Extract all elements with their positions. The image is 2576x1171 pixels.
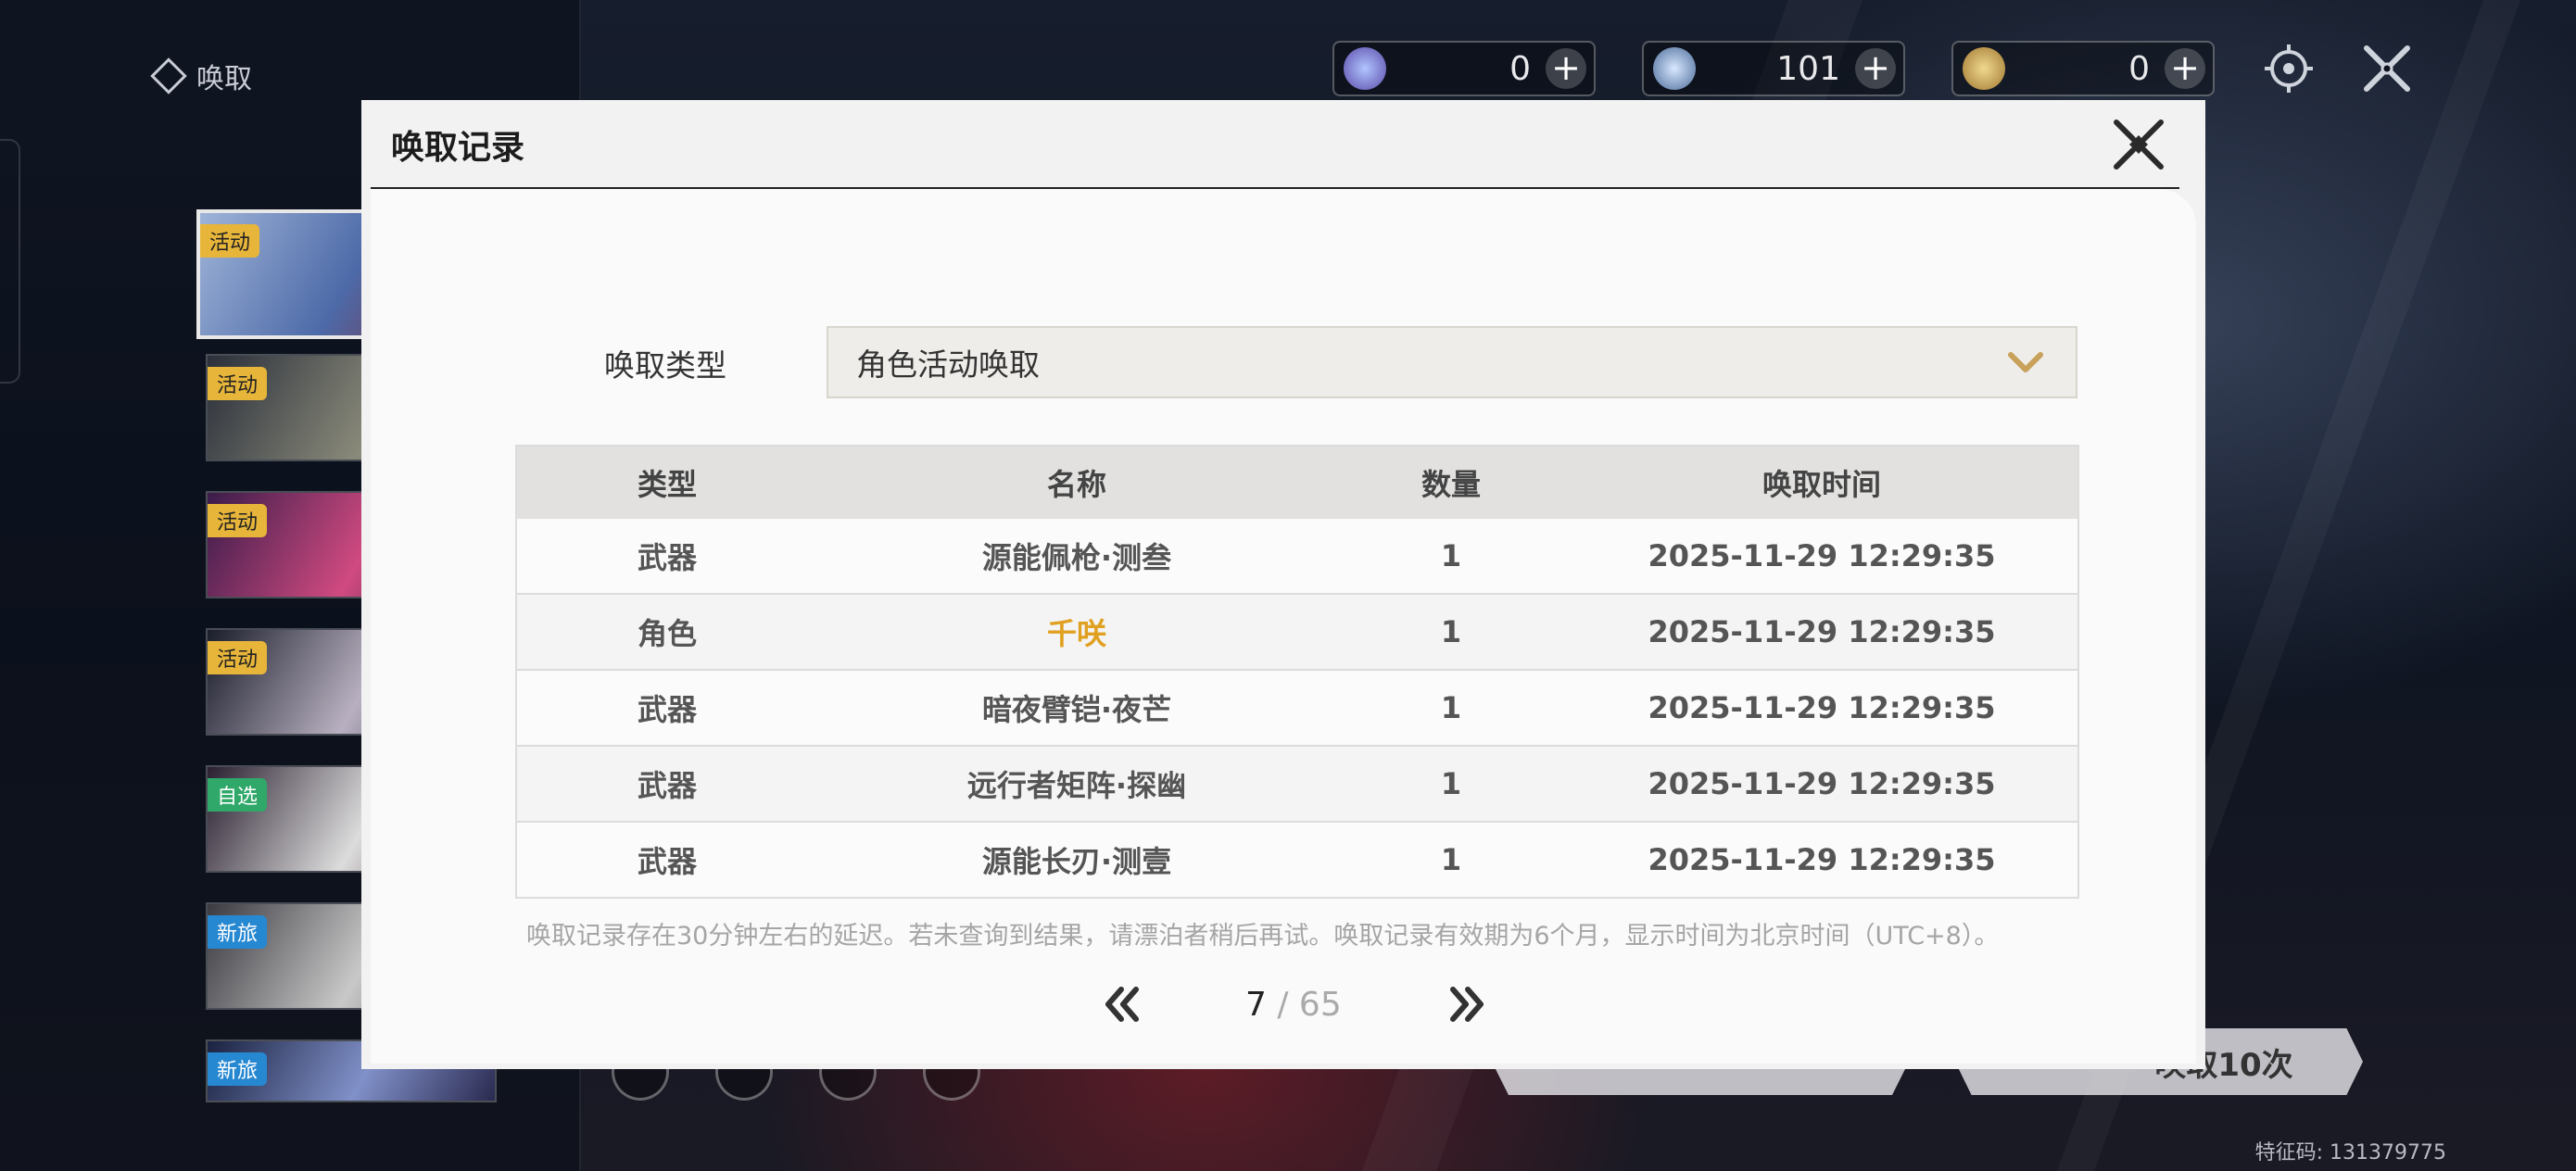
cell-type: 武器: [637, 844, 697, 879]
cell-type: 武器: [637, 692, 697, 727]
star-crystal-icon: [1653, 47, 1696, 90]
settings-gear-icon[interactable]: [2261, 41, 2317, 96]
table-row: 武器 远行者矩阵·探幽 1 2025-11-29 12:29:35: [517, 747, 2077, 823]
banner-tag: 新旅: [208, 1052, 268, 1086]
convene-type-dropdown[interactable]: 角色活动唤取: [827, 326, 2077, 398]
banner-tag: 活动: [200, 224, 260, 258]
banner-tag: 新旅: [208, 915, 268, 949]
total-pages: / 65: [1266, 986, 1342, 1024]
cell-time: 2025-11-29 12:29:35: [1648, 690, 1996, 725]
side-handle[interactable]: [0, 139, 20, 384]
banner-tag: 活动: [208, 641, 268, 674]
cell-qty: 1: [1440, 538, 1462, 573]
history-note: 唤取记录存在30分钟左右的延迟。若未查询到结果，请漂泊者稍后再试。唤取记录有效期…: [526, 922, 2000, 951]
feature-code: 特征码: 131379775: [2254, 1141, 2446, 1165]
cell-name: 远行者矩阵·探幽: [966, 768, 1187, 803]
banner-tag: 活动: [208, 367, 268, 400]
cell-qty: 1: [1440, 614, 1462, 649]
column-header: 数量: [1421, 467, 1481, 502]
cell-qty: 1: [1440, 690, 1462, 725]
modal-body: 唤取类型 角色活动唤取 类型 名称 数量 唤取时间 武器 源能佩枪·测叁 1 2…: [371, 189, 2196, 1064]
cell-name: 源能长刃·测壹: [981, 844, 1172, 879]
cell-type: 武器: [637, 768, 697, 803]
currency-star-crystal: 101 +: [1642, 41, 1905, 96]
page-title: 唤取: [150, 56, 252, 96]
modal-close-icon[interactable]: [2111, 117, 2166, 172]
close-x-icon[interactable]: [2359, 41, 2415, 96]
column-header: 名称: [1046, 467, 1106, 502]
prev-page-icon[interactable]: [1093, 976, 1149, 1032]
next-page-icon[interactable]: [1440, 976, 1496, 1032]
convene-icon: [150, 57, 187, 94]
cell-time: 2025-11-29 12:29:35: [1648, 766, 1996, 801]
banner-tag: 活动: [208, 504, 268, 537]
history-table: 类型 名称 数量 唤取时间 武器 源能佩枪·测叁 1 2025-11-29 12…: [515, 445, 2079, 899]
cell-qty: 1: [1440, 766, 1462, 801]
currency-gold-coin: 0 +: [1951, 41, 2215, 96]
cell-type: 武器: [637, 540, 697, 575]
cell-qty: 1: [1440, 842, 1462, 877]
astrite-orb-icon: [1344, 47, 1386, 90]
cell-time: 2025-11-29 12:29:35: [1648, 538, 1996, 573]
cell-time: 2025-11-29 12:29:35: [1648, 614, 1996, 649]
page-indicator: 7 / 65: [1245, 986, 1342, 1024]
gold-coin-icon: [1963, 47, 2005, 90]
convene-history-modal: 唤取记录 唤取类型 角色活动唤取 类型 名称 数量 唤取时间 武器 源能佩枪·测…: [361, 100, 2205, 1069]
cell-name: 源能佩枪·测叁: [981, 540, 1172, 575]
cell-name: 千咲: [1046, 616, 1106, 651]
current-page: 7: [1245, 986, 1267, 1024]
pagination: 7 / 65: [371, 976, 2196, 1032]
add-gold-coin-button[interactable]: +: [2165, 48, 2205, 89]
table-row: 角色 千咲 1 2025-11-29 12:29:35: [517, 595, 2077, 671]
table-row: 武器 源能佩枪·测叁 1 2025-11-29 12:29:35: [517, 519, 2077, 595]
cell-type: 角色: [637, 616, 697, 651]
table-row: 武器 暗夜臂铠·夜芒 1 2025-11-29 12:29:35: [517, 671, 2077, 747]
column-header: 类型: [637, 467, 697, 502]
cell-name: 暗夜臂铠·夜芒: [981, 692, 1172, 727]
chevron-down-icon: [2008, 352, 2043, 372]
cell-time: 2025-11-29 12:29:35: [1648, 842, 1996, 877]
currency-astrite: 0 +: [1332, 41, 1596, 96]
convene-type-label: 唤取类型: [604, 347, 726, 384]
modal-title: 唤取记录: [391, 129, 525, 167]
add-star-crystal-button[interactable]: +: [1855, 48, 1896, 89]
banner-tag: 自选: [208, 778, 268, 812]
convene-type-value: 角色活动唤取: [856, 346, 1040, 383]
table-row: 武器 源能长刃·测壹 1 2025-11-29 12:29:35: [517, 823, 2077, 897]
add-astrite-button[interactable]: +: [1546, 48, 1586, 89]
table-header: 类型 名称 数量 唤取时间: [517, 447, 2077, 519]
column-header: 唤取时间: [1762, 467, 1881, 502]
